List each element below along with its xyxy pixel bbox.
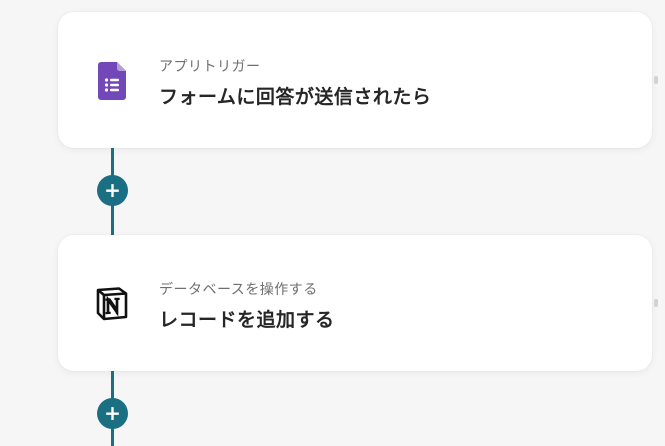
add-step-button[interactable]: + <box>97 175 128 206</box>
plus-icon: + <box>104 400 121 425</box>
step-title: フォームに回答が送信されたら <box>159 86 432 108</box>
step-subtitle: アプリトリガー <box>159 59 261 75</box>
step-card-trigger[interactable]: アプリトリガー フォームに回答が送信されたら <box>58 12 658 148</box>
card-edge-handle <box>654 76 658 84</box>
notion-icon <box>90 282 134 326</box>
step-title: レコードを追加する <box>159 309 335 331</box>
google-forms-icon <box>90 59 134 103</box>
plus-icon: + <box>104 177 121 202</box>
card-edge-handle <box>654 299 658 307</box>
step-card-action[interactable]: データベースを操作する レコードを追加する <box>58 235 658 371</box>
flow-canvas: アプリトリガー フォームに回答が送信されたら + データベースを操作する レコー… <box>0 0 665 446</box>
add-step-button[interactable]: + <box>97 398 128 429</box>
step-subtitle: データベースを操作する <box>159 282 318 298</box>
